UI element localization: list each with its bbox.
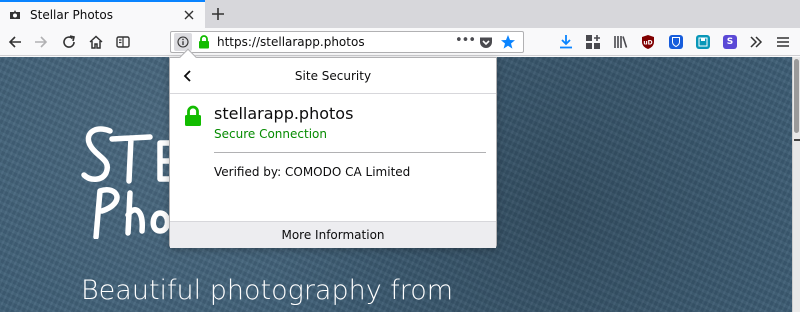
url-bar[interactable]: https://stellarapp.photos •••: [170, 31, 524, 53]
info-icon[interactable]: [174, 33, 192, 51]
panel-title: Site Security: [294, 69, 372, 83]
s-extension-icon[interactable]: S: [720, 32, 740, 52]
connection-status: Secure Connection: [214, 127, 327, 141]
pocket-icon[interactable]: [477, 34, 495, 50]
scrollbar-thumb[interactable]: [794, 59, 799, 133]
url-text[interactable]: https://stellarapp.photos: [217, 35, 365, 49]
home-button[interactable]: [85, 31, 107, 53]
navigation-toolbar: https://stellarapp.photos ••• uD S: [0, 28, 800, 56]
camera-icon: [8, 8, 22, 22]
extension-grid-icon[interactable]: [583, 32, 603, 52]
reader-view-icon: [116, 36, 130, 48]
home-icon: [89, 35, 103, 49]
save-icon[interactable]: [693, 32, 713, 52]
forward-button[interactable]: [30, 31, 52, 53]
plus-icon: [212, 8, 224, 20]
reload-icon: [63, 35, 75, 48]
svg-text:uD: uD: [643, 40, 652, 47]
panel-header: Site Security: [170, 58, 496, 94]
overflow-icon[interactable]: [746, 32, 766, 52]
ublock-icon[interactable]: uD: [638, 32, 658, 52]
forward-arrow-icon: [35, 36, 48, 48]
bitwarden-icon[interactable]: [666, 32, 686, 52]
back-button[interactable]: [4, 31, 26, 53]
scrollbar-marker: [794, 139, 800, 141]
verified-by: Verified by: COMODO CA Limited: [214, 165, 411, 179]
tab-stellar-photos[interactable]: Stellar Photos: [0, 0, 205, 28]
tab-title: Stellar Photos: [30, 8, 113, 22]
secure-lock-icon: [185, 105, 201, 126]
page-actions-button[interactable]: •••: [455, 32, 476, 52]
hero-text: Beautiful photography from: [81, 275, 454, 306]
site-host: stellarapp.photos: [214, 104, 354, 123]
reload-button[interactable]: [58, 31, 80, 53]
more-information-button[interactable]: More Information: [170, 221, 496, 248]
bookmark-star-icon[interactable]: [499, 33, 517, 51]
reader-view-button[interactable]: [112, 31, 134, 53]
back-arrow-icon: [8, 36, 21, 48]
library-icon[interactable]: [611, 32, 631, 52]
menu-icon[interactable]: [773, 32, 793, 52]
close-icon[interactable]: [181, 7, 197, 23]
new-tab-button[interactable]: [206, 3, 230, 25]
site-security-panel: Site Security stellarapp.photos Secure C…: [169, 48, 497, 248]
page-scrollbar[interactable]: [792, 57, 800, 312]
lock-icon[interactable]: [196, 34, 212, 50]
divider: [214, 152, 486, 153]
downloads-icon[interactable]: [556, 32, 576, 52]
tab-strip: Stellar Photos: [0, 0, 800, 28]
